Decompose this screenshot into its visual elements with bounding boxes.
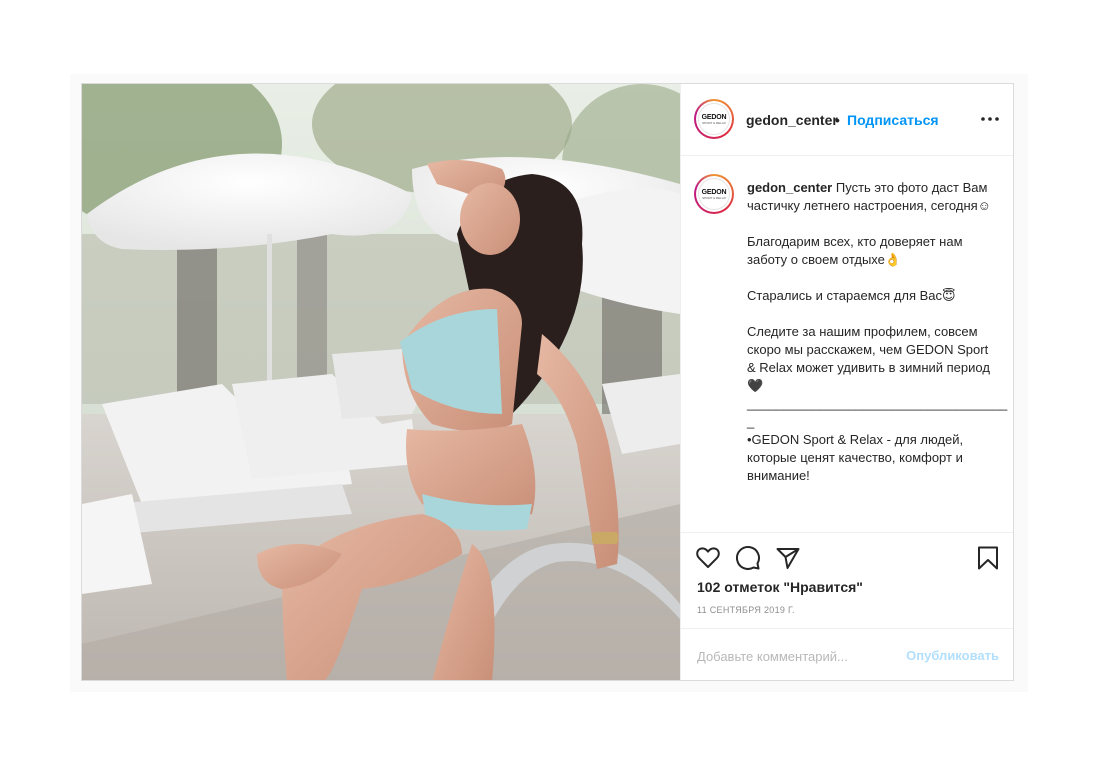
logo-brand: GEDON bbox=[701, 113, 727, 121]
caption-username[interactable]: gedon_center bbox=[747, 180, 832, 195]
logo-brand: GEDON bbox=[701, 188, 727, 196]
avatar[interactable]: GEDON SPORT & RELAX bbox=[694, 99, 734, 139]
heart-icon[interactable] bbox=[695, 545, 721, 571]
gedon-logo: GEDON SPORT & RELAX bbox=[698, 103, 730, 135]
post-actions: 102 отметок "Нравится" 11 СЕНТЯБРЯ 2019 … bbox=[681, 532, 1013, 628]
caption-section: GEDON SPORT & RELAX gedon_center Пусть э… bbox=[681, 156, 1013, 532]
post-header: GEDON SPORT & RELAX gedon_center • Подпи… bbox=[681, 84, 1013, 156]
post-photo[interactable] bbox=[82, 84, 680, 680]
gedon-logo: GEDON SPORT & RELAX bbox=[698, 178, 730, 210]
post-side-panel: GEDON SPORT & RELAX gedon_center • Подпи… bbox=[680, 84, 1013, 680]
more-horizontal-icon[interactable] bbox=[979, 110, 1001, 128]
post-photo-image bbox=[82, 84, 680, 680]
follow-button[interactable]: Подписаться bbox=[847, 112, 939, 128]
caption-avatar[interactable]: GEDON SPORT & RELAX bbox=[694, 174, 734, 214]
caption-body: Пусть это фото даст Вам частичку летнего… bbox=[747, 180, 1008, 483]
comment-input[interactable] bbox=[695, 641, 899, 671]
post-date[interactable]: 11 СЕНТЯБРЯ 2019 Г. bbox=[697, 605, 795, 615]
bookmark-icon[interactable] bbox=[975, 545, 1001, 571]
instagram-post: GEDON SPORT & RELAX gedon_center • Подпи… bbox=[81, 83, 1014, 681]
comment-bubble-icon[interactable] bbox=[735, 545, 761, 571]
logo-brand-sub: SPORT & RELAX bbox=[702, 195, 726, 200]
header-username[interactable]: gedon_center bbox=[746, 112, 838, 128]
likes-count[interactable]: 102 отметок "Нравится" bbox=[697, 579, 863, 595]
logo-brand-sub: SPORT & RELAX bbox=[702, 120, 726, 125]
header-separator: • bbox=[835, 112, 840, 128]
publish-button[interactable]: Опубликовать bbox=[906, 648, 999, 663]
caption-text: gedon_center Пусть это фото даст Вам час… bbox=[747, 179, 1007, 485]
paper-plane-icon[interactable] bbox=[775, 545, 801, 571]
comment-box: Опубликовать bbox=[681, 628, 1013, 680]
